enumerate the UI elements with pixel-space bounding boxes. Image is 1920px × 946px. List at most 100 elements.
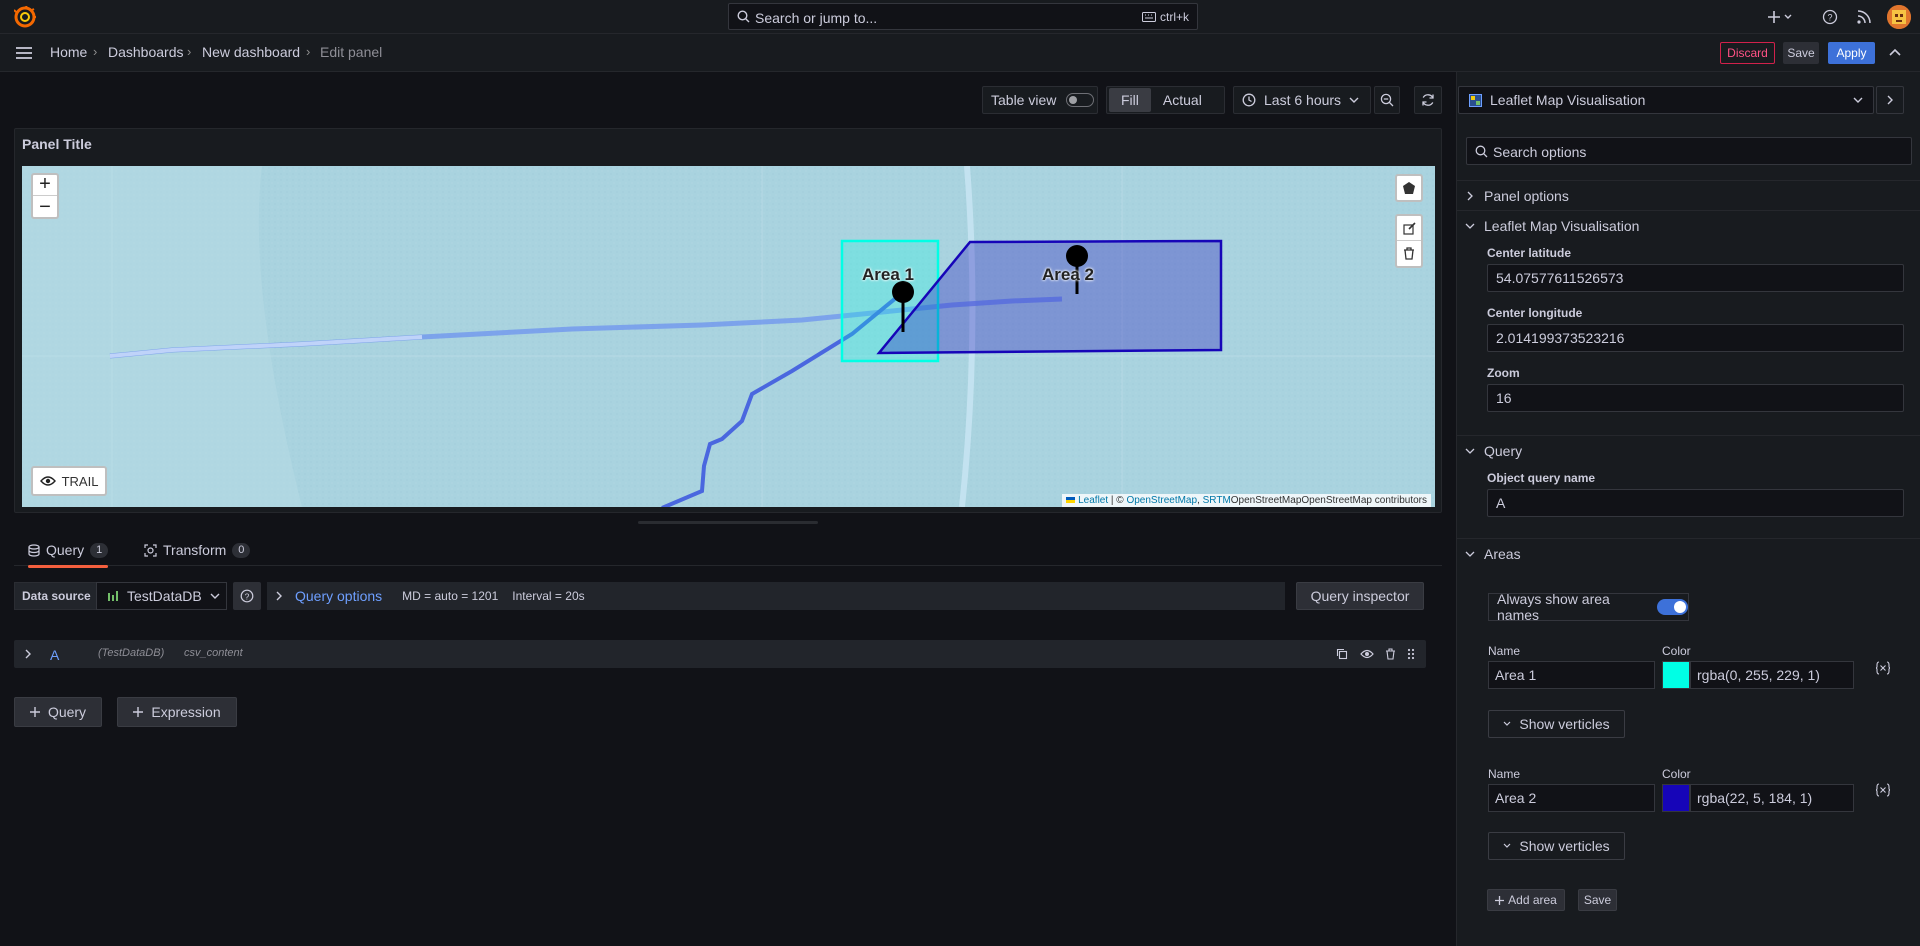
area-2-name-input[interactable]: Area 2 <box>1488 784 1655 812</box>
chevron-right-icon <box>275 591 283 601</box>
user-avatar[interactable] <box>1887 5 1911 29</box>
zoom-out-time-icon[interactable] <box>1374 86 1400 114</box>
grafana-logo-icon[interactable] <box>14 6 36 28</box>
area-2-color-input[interactable]: rgba(22, 5, 184, 1) <box>1690 784 1854 812</box>
breadcrumb-dashboards[interactable]: Dashboards <box>108 44 184 60</box>
area-2-show-vertices-button[interactable]: Show verticles <box>1488 832 1625 860</box>
area-2-color-swatch[interactable] <box>1662 784 1690 812</box>
time-range-picker[interactable]: Last 6 hours <box>1233 86 1371 114</box>
breadcrumb-new-dashboard[interactable]: New dashboard <box>202 44 300 60</box>
duplicate-query-icon[interactable] <box>1336 648 1348 660</box>
testdata-icon <box>107 590 119 602</box>
tab-transform[interactable]: Transform 0 <box>144 534 251 566</box>
query-datasource: (TestDataDB) <box>98 647 165 659</box>
table-view-toggle[interactable]: Table view <box>982 86 1098 114</box>
chevron-down-icon <box>1349 96 1359 104</box>
area-2-variable-icon[interactable] <box>1875 782 1891 798</box>
map-canvas <box>22 166 1435 507</box>
chevron-up-icon[interactable] <box>1886 44 1904 62</box>
menu-icon[interactable] <box>14 44 34 62</box>
refresh-icon[interactable] <box>1414 86 1442 114</box>
chevron-down-icon <box>1503 843 1511 849</box>
chevron-right-icon[interactable] <box>1876 86 1904 114</box>
zoom-in-button[interactable]: + <box>33 173 57 196</box>
always-show-area-names-toggle[interactable]: Always show area names <box>1488 591 1689 623</box>
query-options-link[interactable]: Query options <box>295 588 382 604</box>
news-feed-icon[interactable] <box>1854 7 1874 27</box>
apply-button[interactable]: Apply <box>1828 42 1875 64</box>
drag-handle-icon[interactable] <box>1407 648 1415 660</box>
save-areas-button[interactable]: Save <box>1578 889 1617 911</box>
area-1-show-vertices-button[interactable]: Show verticles <box>1488 710 1625 738</box>
center-longitude-label: Center longitude <box>1487 306 1583 320</box>
add-area-button[interactable]: Add area <box>1487 889 1565 911</box>
top-bar: Search or jump to... ctrl+k ? <box>0 0 1920 34</box>
draw-polygon-icon[interactable] <box>1395 174 1423 202</box>
area-1-variable-icon[interactable] <box>1875 660 1891 676</box>
leaflet-link[interactable]: Leaflet <box>1078 495 1108 506</box>
zoom-input[interactable]: 16 <box>1487 384 1904 412</box>
datasource-label: Data source <box>14 582 99 610</box>
visualization-picker[interactable]: Leaflet Map Visualisation <box>1458 86 1874 114</box>
tab-query[interactable]: Query 1 <box>28 534 109 568</box>
osm-link[interactable]: OpenStreetMap <box>1126 495 1197 506</box>
table-view-switch[interactable] <box>1066 93 1095 107</box>
options-search-input[interactable]: Search options <box>1466 137 1912 165</box>
delete-layers-icon[interactable] <box>1397 241 1421 266</box>
hide-query-eye-icon[interactable] <box>1360 648 1374 660</box>
area-1-label: Area 1 <box>862 265 914 284</box>
add-query-button[interactable]: Query <box>14 697 102 727</box>
search-placeholder: Search or jump to... <box>755 10 878 26</box>
query-inspector-button[interactable]: Query inspector <box>1296 582 1424 610</box>
chevron-down-icon <box>1456 222 1484 230</box>
breadcrumb-home[interactable]: Home <box>50 44 87 60</box>
save-dashboard-button[interactable]: Save <box>1783 42 1819 64</box>
search-icon <box>737 10 750 23</box>
center-latitude-input[interactable]: 54.07577611526573 <box>1487 264 1904 292</box>
zoom-out-button[interactable]: − <box>33 196 57 218</box>
leaflet-map[interactable]: Area 1 Area 2 + − TRAIL Leaflet | © Open… <box>22 166 1435 507</box>
panel-resize-handle[interactable] <box>638 521 818 524</box>
clock-icon <box>1242 93 1256 107</box>
object-query-name-label: Object query name <box>1487 471 1596 485</box>
datasource-picker[interactable]: TestDataDB <box>96 582 227 610</box>
trail-label: TRAIL <box>61 473 99 489</box>
datasource-help-icon[interactable]: ? <box>233 582 261 610</box>
area-2-name-label: Name <box>1488 767 1521 781</box>
map-viz-icon <box>1469 93 1482 107</box>
transform-count-badge: 0 <box>232 542 251 558</box>
center-longitude-input[interactable]: 2.014199373523216 <box>1487 324 1904 352</box>
chevron-right-icon[interactable] <box>24 649 32 659</box>
area-1-name-input[interactable]: Area 1 <box>1488 661 1655 689</box>
eye-icon <box>39 475 56 487</box>
database-icon <box>28 543 40 557</box>
add-expression-button[interactable]: Expression <box>117 697 237 727</box>
max-data-points: MD = auto = 1201 <box>402 589 499 603</box>
query-ref-id[interactable]: A <box>50 647 59 663</box>
srtm-link[interactable]: SRTM <box>1203 495 1231 506</box>
actual-option[interactable]: Actual <box>1151 88 1214 112</box>
area-1-color-swatch[interactable] <box>1662 661 1690 689</box>
delete-query-icon[interactable] <box>1385 648 1396 660</box>
object-query-name-input[interactable]: A <box>1487 489 1904 517</box>
fill-option[interactable]: Fill <box>1109 88 1151 112</box>
breadcrumb-separator-icon: › <box>93 44 98 59</box>
section-areas[interactable]: Areas <box>1456 538 1920 568</box>
section-panel-options[interactable]: Panel options <box>1456 180 1920 210</box>
panel-title[interactable]: Panel Title <box>22 136 92 152</box>
svg-text:?: ? <box>245 591 250 601</box>
section-leaflet-map[interactable]: Leaflet Map Visualisation <box>1456 210 1920 240</box>
help-icon[interactable]: ? <box>1820 7 1840 27</box>
query-row[interactable]: A (TestDataDB) csv_content <box>14 640 1426 668</box>
ukraine-flag-icon <box>1066 497 1076 504</box>
add-new-icon[interactable] <box>1766 7 1796 27</box>
query-options-bar[interactable]: Query options MD = auto = 1201 Interval … <box>267 582 1285 610</box>
always-show-switch[interactable] <box>1657 599 1688 615</box>
area-1-color-input[interactable]: rgba(0, 255, 229, 1) <box>1690 661 1854 689</box>
interval-value: Interval = 20s <box>512 589 585 603</box>
edit-layers-icon[interactable] <box>1397 216 1421 242</box>
section-query[interactable]: Query <box>1456 435 1920 465</box>
trail-button[interactable]: TRAIL <box>31 466 107 496</box>
search-bar[interactable]: Search or jump to... ctrl+k <box>728 3 1198 30</box>
discard-button[interactable]: Discard <box>1720 42 1775 64</box>
